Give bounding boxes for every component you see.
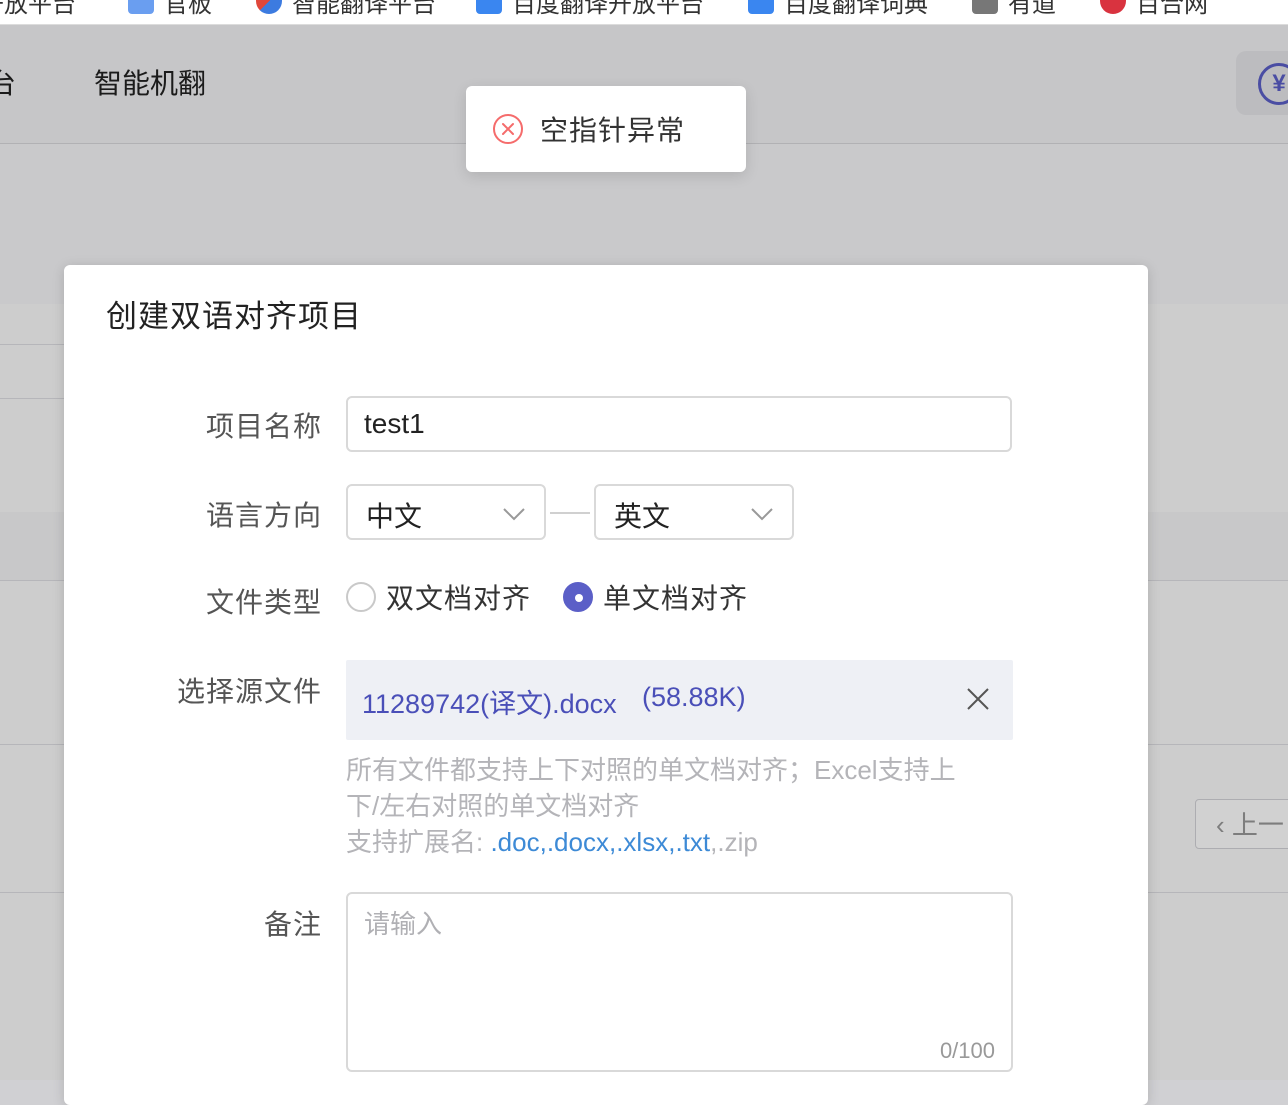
project-name-value: test1: [364, 408, 425, 439]
bookmark-item[interactable]: 智能翻译平台: [256, 0, 436, 18]
chevron-down-icon: [503, 508, 525, 521]
radio-dual-document[interactable]: [346, 582, 376, 612]
language-direction-label: 语言方向: [205, 500, 322, 531]
extension-xlsx: ,.xlsx: [608, 827, 669, 857]
bookmark-icon: [128, 0, 154, 14]
create-alignment-project-dialog: 创建双语对齐项目 项目名称 test1 语言方向 中文 英文 文件类型 双文档对…: [64, 265, 1148, 1105]
chevron-down-icon: [751, 508, 773, 521]
dialog-title: 创建双语对齐项目: [106, 299, 362, 334]
source-file-label: 选择源文件: [176, 676, 322, 707]
extension-txt: ,.txt: [668, 827, 711, 857]
bookmarks-bar: 开放平台 官板 智能翻译平台 百度翻译开放平台 百度翻译词典 有道 百合网: [0, 0, 1288, 25]
bookmark-item[interactable]: 官板: [128, 0, 212, 18]
file-type-label: 文件类型: [205, 587, 322, 618]
extensions-prefix: 支持扩展名:: [346, 827, 491, 857]
bookmark-icon: [476, 0, 502, 14]
bookmark-item[interactable]: 百度翻译开放平台: [476, 0, 704, 18]
bookmark-icon: [1100, 0, 1126, 14]
file-type-radio-group: 双文档对齐 单文档对齐: [346, 577, 780, 617]
remark-label: 备注: [263, 909, 322, 940]
radio-dual-document-label[interactable]: 双文档对齐: [386, 577, 531, 617]
extension-doc: .doc: [490, 827, 540, 857]
close-icon[interactable]: [965, 686, 991, 712]
source-language-value: 中文: [366, 501, 423, 532]
supported-extensions: 支持扩展名: .doc,.docx,.xlsx,.txt,.zip: [346, 824, 1026, 860]
error-toast: 空指针异常: [466, 86, 746, 172]
bookmark-item[interactable]: 百合网: [1100, 0, 1208, 18]
bookmark-label: 有道: [1008, 0, 1056, 18]
language-separator: [550, 512, 590, 514]
uploaded-file-item: 11289742(译文).docx (58.88K): [346, 660, 1013, 740]
toast-message: 空指针异常: [540, 115, 686, 146]
file-size: (58.88K): [642, 682, 746, 712]
bookmark-item[interactable]: 有道: [972, 0, 1056, 18]
target-language-select[interactable]: 英文: [594, 484, 794, 540]
file-hint-line1: 所有文件都支持上下对照的单文档对齐；Excel支持上: [346, 755, 956, 785]
bookmark-icon: [972, 0, 998, 14]
remark-placeholder: 请输入: [364, 909, 443, 939]
extension-docx: ,.docx: [539, 827, 609, 857]
remark-textarea[interactable]: 请输入 0/100: [346, 892, 1013, 1072]
bookmark-label: 开放平台: [0, 0, 76, 18]
target-language-value: 英文: [614, 501, 671, 532]
bookmark-label: 百度翻译开放平台: [512, 0, 704, 18]
bookmark-label: 智能翻译平台: [292, 0, 436, 18]
bookmark-label: 百合网: [1136, 0, 1208, 18]
circle-x-icon: [493, 114, 523, 144]
radio-single-document-label[interactable]: 单文档对齐: [603, 577, 748, 617]
extension-zip: ,.zip: [710, 827, 758, 857]
radio-single-document[interactable]: [563, 582, 594, 612]
remark-char-counter: 0/100: [939, 1038, 995, 1063]
bookmark-label: 官板: [164, 0, 212, 18]
file-hint-line2: 下/左右对照的单文档对齐: [346, 791, 640, 821]
source-language-select[interactable]: 中文: [346, 484, 546, 540]
file-name[interactable]: 11289742(译文).docx: [362, 682, 617, 721]
project-name-input[interactable]: test1: [346, 396, 1012, 452]
bookmark-icon: [748, 0, 774, 14]
project-name-label: 项目名称: [205, 411, 322, 442]
bookmark-item[interactable]: 开放平台: [0, 0, 76, 18]
bookmark-item[interactable]: 百度翻译词典: [748, 0, 928, 18]
bookmark-label: 百度翻译词典: [784, 0, 928, 18]
bookmark-icon: [256, 0, 282, 14]
